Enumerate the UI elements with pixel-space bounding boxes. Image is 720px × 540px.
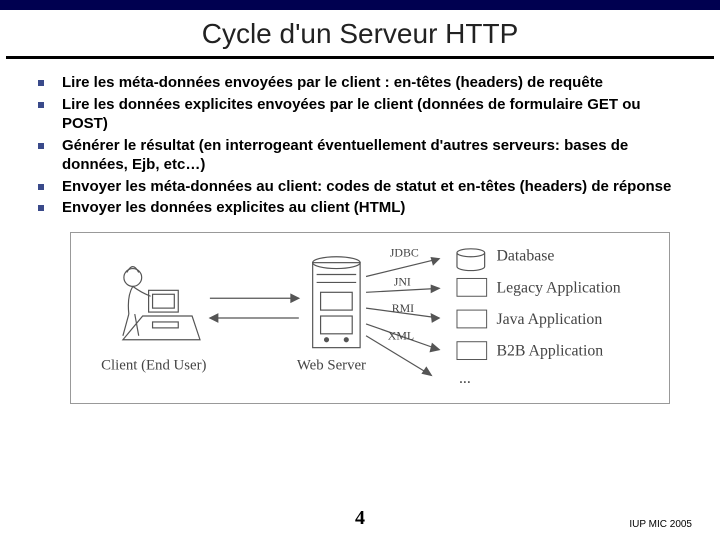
protocol-label: XML: [388, 328, 414, 342]
bullet-icon: [38, 80, 44, 86]
title-rule: [6, 56, 714, 59]
list-item: Lire les méta-données envoyées par le cl…: [38, 73, 682, 93]
target-label: Java Application: [497, 310, 603, 327]
client-label: Client (End User): [101, 357, 206, 373]
slide-title: Cycle d'un Serveur HTTP: [0, 10, 720, 56]
bullet-list: Lire les méta-données envoyées par le cl…: [0, 73, 720, 218]
target-label: Legacy Application: [497, 279, 621, 296]
server-label: Web Server: [297, 357, 366, 373]
top-accent-bar: [0, 0, 720, 10]
bullet-icon: [38, 102, 44, 108]
architecture-diagram: Client (End User) Web Server: [70, 232, 670, 404]
bullet-text: Lire les méta-données envoyées par le cl…: [62, 73, 603, 93]
target-label: B2B Application: [497, 342, 604, 359]
footer: IUP MIC 2005: [0, 519, 720, 530]
list-item: Générer le résultat (en interrogeant éve…: [38, 136, 682, 175]
list-item: Lire les données explicites envoyées par…: [38, 95, 682, 134]
source-credit: IUP MIC 2005: [629, 519, 692, 530]
bullet-text: Envoyer les données explicites au client…: [62, 198, 405, 218]
bullet-icon: [38, 143, 44, 149]
target-label: Database: [497, 247, 555, 264]
bullet-text: Envoyer les méta-données au client: code…: [62, 177, 671, 197]
bullet-text: Générer le résultat (en interrogeant éve…: [62, 136, 682, 175]
list-item: Envoyer les méta-données au client: code…: [38, 177, 682, 197]
bullet-icon: [38, 205, 44, 211]
bullet-icon: [38, 184, 44, 190]
protocol-label: RMI: [392, 301, 414, 315]
target-label: ...: [459, 370, 471, 387]
protocol-label: JDBC: [390, 245, 419, 259]
list-item: Envoyer les données explicites au client…: [38, 198, 682, 218]
bullet-text: Lire les données explicites envoyées par…: [62, 95, 682, 134]
protocol-label: JNI: [394, 274, 411, 288]
